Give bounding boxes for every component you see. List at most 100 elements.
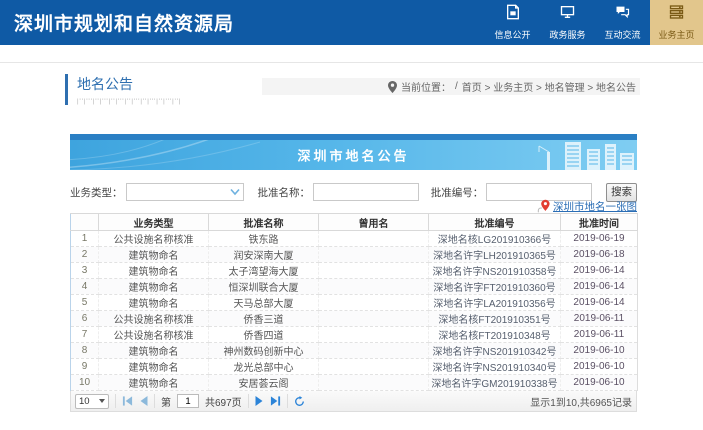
col-header-approval-date: 批准时间 bbox=[561, 214, 638, 231]
former-name-cell bbox=[319, 295, 429, 311]
approval-number-cell: 深地名许字FT201910360号 bbox=[429, 279, 561, 295]
nav-item-interaction[interactable]: 互动交流 bbox=[595, 0, 650, 45]
banner-buildings-decoration bbox=[487, 140, 637, 170]
business-type-cell: 建筑物命名 bbox=[99, 279, 209, 295]
table-row[interactable]: 7 公共设施名称核准 侨香四道 深地名核FT201910348号 2019-06… bbox=[71, 327, 638, 343]
table-row[interactable]: 2 建筑物命名 润安深南大厦 深地名许字LH201910365号 2019-06… bbox=[71, 247, 638, 263]
table-row[interactable]: 10 建筑物命名 安居荟云阁 深地名许字GM201910338号 2019-06… bbox=[71, 375, 638, 391]
nav-label: 互动交流 bbox=[604, 28, 640, 41]
banner-body: 深圳市地名公告 bbox=[70, 140, 637, 170]
approval-number-cell: 深地名核FT201910348号 bbox=[429, 327, 561, 343]
business-type-cell: 公共设施名称核准 bbox=[99, 311, 209, 327]
breadcrumb-prefix: 当前位置： bbox=[401, 79, 451, 94]
list-icon bbox=[668, 4, 685, 25]
banner-swirl-decoration bbox=[70, 140, 290, 170]
top-nav: 信息公开 政务服务 互动交流 业务主页 bbox=[485, 0, 703, 45]
business-type-cell: 公共设施名称核准 bbox=[99, 231, 209, 247]
business-type-cell: 建筑物命名 bbox=[99, 343, 209, 359]
page-size-select[interactable]: 10 bbox=[75, 394, 109, 409]
approved-name-cell: 侨香三道 bbox=[209, 311, 319, 327]
approved-name-cell: 铁东路 bbox=[209, 231, 319, 247]
divider bbox=[248, 394, 249, 408]
col-header-index bbox=[71, 214, 99, 231]
row-index-cell: 7 bbox=[71, 327, 99, 343]
pagination-summary: 显示1到10,共6965记录 bbox=[530, 394, 632, 409]
approval-number-cell: 深地名许字NS201910358号 bbox=[429, 263, 561, 279]
prev-page-button[interactable] bbox=[139, 396, 148, 406]
table-row[interactable]: 8 建筑物命名 神州数码创新中心 深地名许字NS201910342号 2019-… bbox=[71, 343, 638, 359]
row-index-cell: 5 bbox=[71, 295, 99, 311]
col-header-approval-number: 批准编号 bbox=[429, 214, 561, 231]
table-row[interactable]: 5 建筑物命名 天马总部大厦 深地名许字LA201910356号 2019-06… bbox=[71, 295, 638, 311]
nav-label: 信息公开 bbox=[494, 28, 530, 41]
nav-item-gov-services[interactable]: 政务服务 bbox=[540, 0, 595, 45]
approval-date-cell: 2019-06-11 bbox=[561, 311, 638, 327]
table-row[interactable]: 3 建筑物命名 太子湾望海大厦 深地名许字NS201910358号 2019-0… bbox=[71, 263, 638, 279]
document-icon bbox=[505, 4, 521, 25]
divider bbox=[287, 394, 288, 408]
app-header: 深圳市规划和自然资源局 信息公开 政务服务 互动交流 bbox=[0, 0, 703, 45]
approval-date-cell: 2019-06-14 bbox=[561, 279, 638, 295]
map-pin-red-icon bbox=[537, 199, 551, 213]
table-row[interactable]: 6 公共设施名称核准 侨香三道 深地名核FT201910351号 2019-06… bbox=[71, 311, 638, 327]
col-header-former-name: 曾用名 bbox=[319, 214, 429, 231]
first-page-button[interactable] bbox=[122, 396, 133, 406]
row-index-cell: 3 bbox=[71, 263, 99, 279]
approved-name-cell: 太子湾望海大厦 bbox=[209, 263, 319, 279]
row-index-cell: 10 bbox=[71, 375, 99, 391]
col-header-business-type: 业务类型 bbox=[99, 214, 209, 231]
nav-label: 政务服务 bbox=[549, 28, 585, 41]
pagination-bar: 10 第 共697页 显示1到1 bbox=[70, 391, 637, 412]
business-type-cell: 建筑物命名 bbox=[99, 295, 209, 311]
business-type-cell: 建筑物命名 bbox=[99, 375, 209, 391]
approval-date-cell: 2019-06-11 bbox=[561, 327, 638, 343]
page-number-input[interactable] bbox=[177, 394, 199, 408]
divider bbox=[154, 394, 155, 408]
table-row[interactable]: 4 建筑物命名 恒深圳联合大厦 深地名许字FT201910360号 2019-0… bbox=[71, 279, 638, 295]
approved-name-cell: 侨香四道 bbox=[209, 327, 319, 343]
former-name-cell bbox=[319, 375, 429, 391]
approval-number-cell: 深地名许字NS201910340号 bbox=[429, 359, 561, 375]
page-subtitle: |''|'''|''|'''|''|'''|''|'''|''|'''|''|'… bbox=[77, 99, 181, 105]
nav-item-business-home[interactable]: 业务主页 bbox=[650, 0, 703, 45]
approval-number-cell: 深地名核FT201910351号 bbox=[429, 311, 561, 327]
map-link-row: 深圳市地名一张图 bbox=[70, 199, 637, 213]
divider bbox=[115, 394, 116, 408]
business-type-cell: 建筑物命名 bbox=[99, 247, 209, 263]
next-page-button[interactable] bbox=[255, 396, 264, 406]
approval-number-cell: 深地名许字GM201910338号 bbox=[429, 375, 561, 391]
announcement-table-wrap: 业务类型 批准名称 曾用名 批准编号 批准时间 1 公共设施名称核准 铁东路 深… bbox=[70, 213, 637, 412]
approval-number-cell: 深地名许字NS201910342号 bbox=[429, 343, 561, 359]
refresh-icon[interactable] bbox=[294, 396, 305, 407]
table-row[interactable]: 1 公共设施名称核准 铁东路 深地名核LG201910366号 2019-06-… bbox=[71, 231, 638, 247]
chat-icon bbox=[614, 4, 631, 25]
approved-name-cell: 恒深圳联合大厦 bbox=[209, 279, 319, 295]
approval-number-cell: 深地名许字LH201910365号 bbox=[429, 247, 561, 263]
approved-name-cell: 安居荟云阁 bbox=[209, 375, 319, 391]
approval-date-cell: 2019-06-10 bbox=[561, 375, 638, 391]
approved-name-cell: 神州数码创新中心 bbox=[209, 343, 319, 359]
table-body: 1 公共设施名称核准 铁东路 深地名核LG201910366号 2019-06-… bbox=[71, 231, 638, 391]
business-type-cell: 公共设施名称核准 bbox=[99, 327, 209, 343]
page-prefix-label: 第 bbox=[161, 394, 171, 409]
col-header-approved-name: 批准名称 bbox=[209, 214, 319, 231]
former-name-cell bbox=[319, 359, 429, 375]
row-index-cell: 1 bbox=[71, 231, 99, 247]
table-row[interactable]: 9 建筑物命名 龙光总部中心 深地名许字NS201910340号 2019-06… bbox=[71, 359, 638, 375]
total-pages-label: 共697页 bbox=[205, 394, 242, 409]
last-page-button[interactable] bbox=[270, 396, 281, 406]
approved-name-label: 批准名称： bbox=[257, 185, 310, 200]
nav-item-info-disclosure[interactable]: 信息公开 bbox=[485, 0, 540, 45]
approval-date-cell: 2019-06-18 bbox=[561, 247, 638, 263]
page-size-value: 10 bbox=[79, 396, 90, 407]
city-placename-map-link[interactable]: 深圳市地名一张图 bbox=[553, 199, 637, 214]
former-name-cell bbox=[319, 311, 429, 327]
banner: 深圳市地名公告 bbox=[70, 134, 637, 170]
row-index-cell: 9 bbox=[71, 359, 99, 375]
approval-date-cell: 2019-06-10 bbox=[561, 359, 638, 375]
approved-name-cell: 润安深南大厦 bbox=[209, 247, 319, 263]
breadcrumb-path[interactable]: 首页 > 业务主页 > 地名管理 > 地名公告 bbox=[462, 79, 636, 94]
approved-name-cell: 龙光总部中心 bbox=[209, 359, 319, 375]
approval-number-label: 批准编号： bbox=[431, 185, 484, 200]
approval-date-cell: 2019-06-14 bbox=[561, 295, 638, 311]
